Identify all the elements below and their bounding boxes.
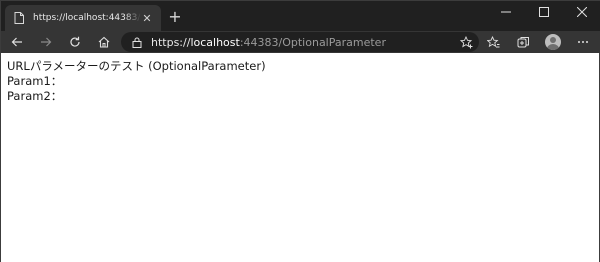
lock-icon[interactable]: [131, 36, 143, 48]
collections-icon: [517, 36, 529, 47]
more-icon: [578, 41, 588, 43]
url-host: localhost: [190, 35, 240, 49]
home-button[interactable]: [92, 31, 116, 53]
toolbar-right-tools: [475, 31, 595, 53]
forward-button[interactable]: [34, 31, 58, 53]
profile-button[interactable]: [541, 31, 565, 53]
browser-toolbar: https://localhost:44383/OptionalParamete…: [1, 31, 600, 53]
new-tab-button[interactable]: +: [165, 7, 185, 27]
tab-title: https://localhost:44383/OptionalParamete…: [33, 13, 141, 23]
page-content: URLパラメーターのテスト (OptionalParameter) Param1…: [1, 53, 599, 262]
maximize-icon: [539, 7, 549, 17]
page-icon: [13, 11, 25, 25]
back-button[interactable]: [5, 31, 29, 53]
add-favorite-icon[interactable]: [459, 35, 473, 49]
window-controls: [487, 1, 600, 23]
favorites-button[interactable]: [481, 31, 505, 53]
profile-avatar-icon: [545, 34, 561, 50]
close-icon: [577, 7, 587, 17]
back-arrow-icon: [11, 37, 22, 47]
page-heading: URLパラメーターのテスト (OptionalParameter): [7, 59, 266, 73]
minimize-button[interactable]: [487, 1, 525, 23]
minimize-icon: [501, 11, 511, 13]
favorites-icon: [486, 35, 499, 47]
collections-button[interactable]: [511, 31, 535, 53]
forward-arrow-icon: [41, 37, 52, 47]
home-icon: [98, 36, 110, 48]
tab-close-button[interactable]: ✕: [141, 12, 153, 25]
url-text[interactable]: https://localhost:44383/OptionalParamete…: [151, 36, 386, 49]
browser-window: https://localhost:44383/OptionalParamete…: [0, 0, 600, 262]
refresh-icon: [70, 36, 80, 47]
refresh-button[interactable]: [63, 31, 87, 53]
address-bar[interactable]: https://localhost:44383/OptionalParamete…: [121, 32, 479, 52]
param2-line: Param2：: [7, 89, 63, 103]
url-scheme: https://: [151, 35, 191, 49]
maximize-button[interactable]: [525, 1, 563, 23]
url-path: :44383/OptionalParameter: [239, 35, 386, 49]
param1-line: Param1：: [7, 74, 63, 88]
navigation-buttons: [5, 31, 121, 53]
more-button[interactable]: [571, 31, 595, 53]
tab-strip: https://localhost:44383/OptionalParamete…: [1, 1, 600, 31]
close-window-button[interactable]: [563, 1, 600, 23]
browser-tab[interactable]: https://localhost:44383/OptionalParamete…: [5, 5, 161, 31]
